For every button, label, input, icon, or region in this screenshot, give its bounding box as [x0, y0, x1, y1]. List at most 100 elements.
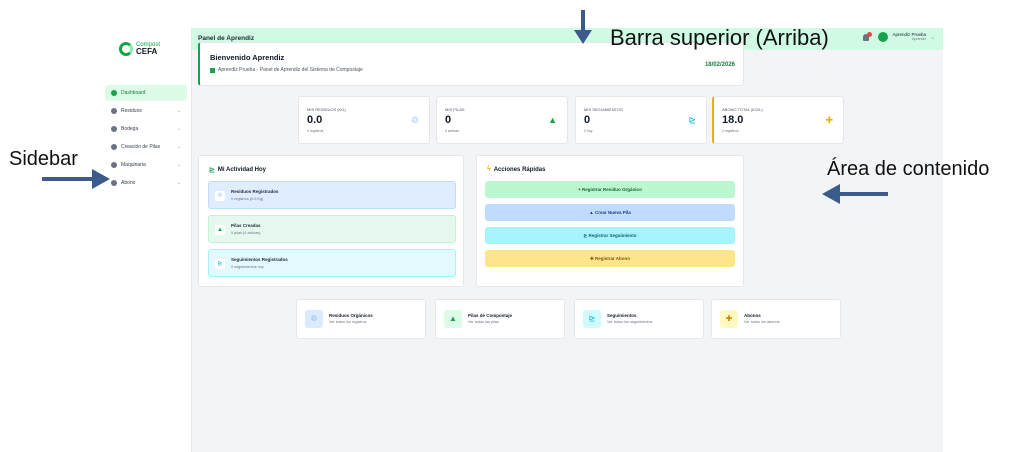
section-title: Acciones Rápidas	[493, 166, 546, 173]
sidebar-item-label: Residuos	[121, 108, 142, 114]
chart-icon: ⊵	[688, 115, 696, 125]
stat-sub: 0 registros	[307, 129, 324, 133]
activity-item-residuos[interactable]: ♲ Residuos Registrados 0 registros (0.0 …	[208, 181, 456, 209]
pile-icon: ▲	[444, 310, 462, 328]
arrow-left-icon	[822, 184, 888, 204]
welcome-subtitle: Aprendiz Prueba - Panel de Aprendiz del …	[218, 67, 363, 73]
module-sub: Ver todos los seguimientos	[607, 320, 653, 324]
sidebar: Compost CEFA Dashboard Residuos ⌄ Bodega	[97, 28, 192, 452]
user-role: Aprendiz	[912, 36, 926, 41]
notification-badge	[867, 32, 873, 37]
current-date: 18/02/2026	[704, 62, 735, 68]
stat-sub: 0 activas	[445, 129, 459, 133]
module-title: Residuos Orgánicos	[329, 313, 373, 318]
sidebar-item-label: Maquinaria	[121, 162, 146, 168]
user-badge-icon	[210, 67, 215, 73]
warehouse-icon	[111, 126, 117, 132]
chart-icon: ⊵	[583, 310, 601, 328]
stat-label: ABONO TOTAL (KG/L)	[722, 107, 763, 112]
activity-panel: ⊵ Mi Actividad Hoy ♲ Residuos Registrados…	[198, 155, 464, 287]
logo-bottom-text: CEFA	[136, 47, 158, 56]
register-abono-button[interactable]: ✚ Registrar Abono	[485, 250, 735, 267]
activity-sub: 0 registros (0.0 Kg)	[231, 197, 264, 201]
stat-card-seguimientos: MIS SEGUIMIENTOS 0 0 hoy ⊵	[575, 96, 707, 144]
module-sub: Ver todos los registros	[329, 320, 367, 324]
activity-sub: 0 pilas (0 activas)	[231, 231, 261, 235]
stat-card-pilas: MIS PILAS 0 0 activas ▲	[436, 96, 568, 144]
chevron-down-icon: ⌄	[176, 126, 181, 132]
stat-sub: 0 hoy	[584, 129, 593, 133]
sidebar-item-creacion-pilas[interactable]: Creación de Pilas ⌄	[105, 139, 187, 155]
welcome-title: Bienvenido Aprendiz	[210, 53, 285, 62]
sprout-icon	[111, 180, 117, 186]
stat-value: 0.0	[307, 114, 323, 126]
module-title: Pilas de Compostaje	[468, 313, 513, 318]
activity-item-seguimientos[interactable]: ⊵ Seguimientos Registrados 0 seguimiento…	[208, 249, 456, 277]
recycle-icon	[111, 108, 117, 114]
chart-icon: ⊵	[209, 167, 215, 174]
sidebar-nav: Dashboard Residuos ⌄ Bodega ⌄ Creación d…	[105, 85, 187, 193]
sidebar-item-label: Creación de Pilas	[121, 144, 161, 150]
sprout-icon: ✚	[825, 115, 833, 125]
notification-bell-icon[interactable]	[862, 32, 873, 42]
sidebar-item-residuos[interactable]: Residuos ⌄	[105, 103, 187, 119]
arrow-down-icon	[574, 10, 592, 44]
module-sub: Ver todas las pilas	[468, 320, 499, 324]
chevron-down-icon: ⌄	[176, 108, 181, 114]
create-pile-button[interactable]: ▲ Crear Nueva Pila	[485, 204, 735, 221]
sidebar-item-label: Dashboard	[121, 90, 146, 96]
pile-icon: ▲	[548, 115, 557, 125]
register-residuo-button[interactable]: + Registrar Residuo Orgánico	[485, 181, 735, 198]
page-title: Panel de Aprendiz	[198, 35, 255, 42]
module-card-residuos[interactable]: ♲ Residuos Orgánicos Ver todos los regis…	[296, 299, 426, 339]
avatar[interactable]	[878, 32, 889, 42]
compost-logo-icon	[119, 42, 133, 56]
chevron-down-icon[interactable]: ⌄	[930, 34, 935, 41]
recycle-icon: ♲	[305, 310, 323, 328]
activity-title: Seguimientos Registrados	[231, 257, 288, 262]
register-seguimiento-button[interactable]: ⊵ Registrar Seguimiento	[485, 227, 735, 244]
stat-label: MIS PILAS	[445, 107, 465, 112]
recycle-icon: ♲	[410, 115, 419, 125]
module-card-pilas[interactable]: ▲ Pilas de Compostaje Ver todas las pila…	[435, 299, 565, 339]
sidebar-item-abono[interactable]: Abono ⌄	[105, 175, 187, 191]
sprout-icon: ✚	[720, 310, 738, 328]
activity-item-pilas[interactable]: ▲ Pilas Creadas 0 pilas (0 activas)	[208, 215, 456, 243]
module-card-seguimientos[interactable]: ⊵ Seguimientos Ver todos los seguimiento…	[574, 299, 704, 339]
sidebar-item-label: Bodega	[121, 126, 139, 132]
module-sub: Ver todos los abonos	[744, 320, 780, 324]
stat-label: MIS SEGUIMIENTOS	[584, 107, 623, 112]
annotation-content-area: Área de contenido	[827, 158, 990, 180]
recycle-icon: ♲	[215, 191, 225, 201]
stat-value: 0	[584, 114, 591, 126]
stat-card-residuos: MIS RESIDUOS (KG) 0.0 0 registros ♲	[298, 96, 430, 144]
logo[interactable]: Compost CEFA	[119, 42, 160, 56]
stat-card-abono: ABONO TOTAL (KG/L) 18.0 2 registros ✚	[712, 96, 844, 144]
sidebar-item-label: Abono	[121, 180, 136, 186]
chevron-down-icon: ⌄	[176, 144, 181, 150]
chart-icon: ⊵	[215, 259, 225, 269]
module-title: Seguimientos	[607, 313, 637, 318]
stat-value: 0	[445, 114, 452, 126]
dashboard-icon	[111, 90, 117, 96]
annotated-screenshot: Compost CEFA Dashboard Residuos ⌄ Bodega	[0, 0, 1024, 452]
module-card-abonos[interactable]: ✚ Abonos Ver todos los abonos	[711, 299, 841, 339]
stat-label: MIS RESIDUOS (KG)	[307, 107, 346, 112]
sidebar-item-maquinaria[interactable]: Maquinaria ⌄	[105, 157, 187, 173]
lightning-icon: ϟ	[487, 166, 491, 173]
user-menu[interactable]: Aprendiz Prueba Aprendiz ⌄	[862, 32, 935, 42]
annotation-top-bar: Barra superior (Arriba)	[610, 25, 829, 50]
activity-title: Residuos Registrados	[231, 189, 279, 194]
machinery-icon	[111, 162, 117, 168]
chevron-down-icon: ⌄	[176, 180, 181, 186]
arrow-right-icon	[42, 169, 110, 189]
section-title: Mi Actividad Hoy	[217, 167, 266, 173]
pile-icon	[111, 144, 117, 150]
sidebar-item-bodega[interactable]: Bodega ⌄	[105, 121, 187, 137]
stat-sub: 2 registros	[722, 129, 739, 133]
chevron-down-icon: ⌄	[176, 162, 181, 168]
sidebar-item-dashboard[interactable]: Dashboard	[105, 85, 187, 101]
quick-actions-panel: ϟ Acciones Rápidas + Registrar Residuo Or…	[476, 155, 744, 287]
module-title: Abonos	[744, 313, 761, 318]
activity-title: Pilas Creadas	[231, 223, 261, 228]
